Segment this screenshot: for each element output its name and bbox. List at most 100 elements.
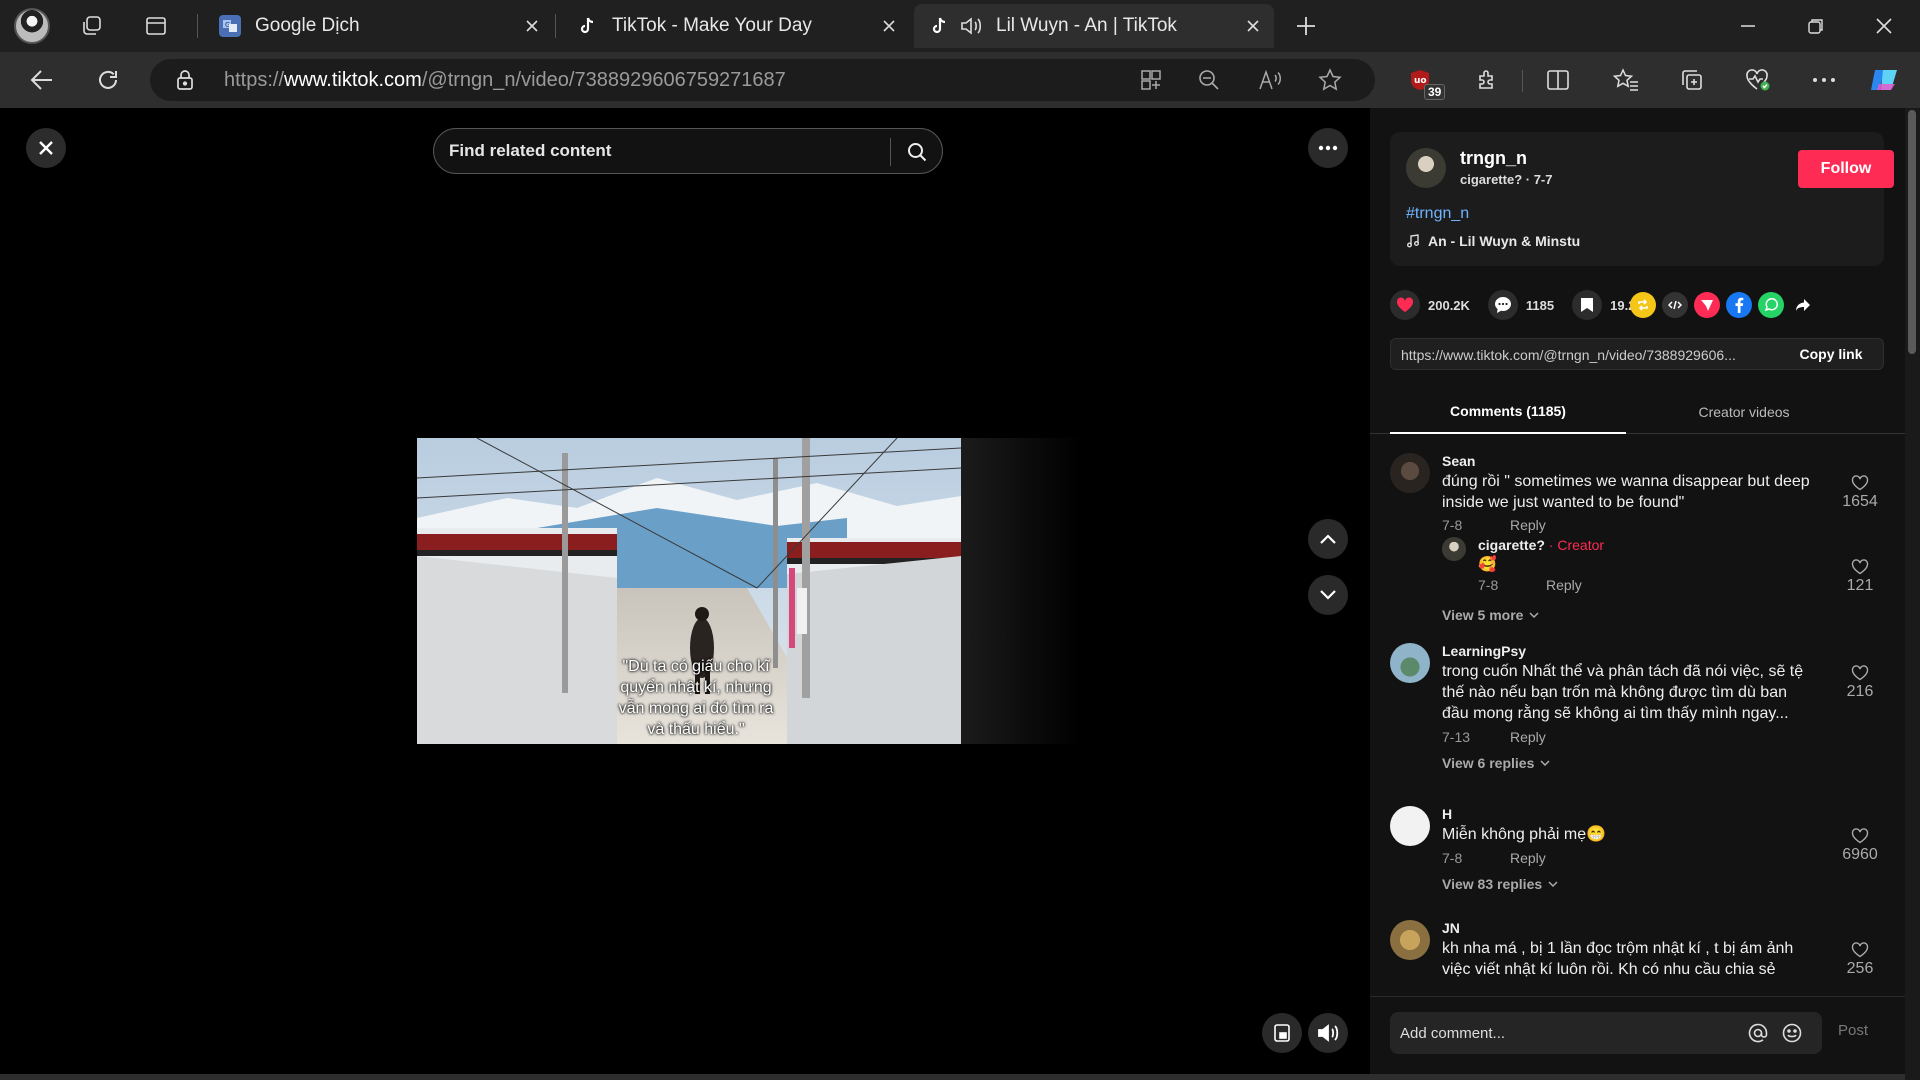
like-stat[interactable]: 200.2K xyxy=(1390,290,1470,320)
comment-stat[interactable]: 1185 xyxy=(1487,290,1554,320)
tab-comments[interactable]: Comments (1185) xyxy=(1390,390,1626,434)
refresh-icon[interactable] xyxy=(92,64,124,96)
zoom-out-icon[interactable] xyxy=(1198,69,1220,91)
reply-text: 🥰 xyxy=(1478,556,1497,573)
embed-icon[interactable] xyxy=(1662,292,1688,318)
bookmark-icon xyxy=(1572,290,1603,320)
commenter-avatar[interactable] xyxy=(1390,806,1430,846)
minimize-icon[interactable] xyxy=(1732,10,1764,42)
commenter-name[interactable]: LearningPsy xyxy=(1442,643,1526,659)
close-tab-icon[interactable] xyxy=(1238,11,1268,41)
reply-avatar[interactable] xyxy=(1442,537,1466,561)
new-tab-icon[interactable] xyxy=(1290,10,1322,42)
comment-item: Sean đúng rồi " sometimes we wanna disap… xyxy=(1390,453,1890,623)
post-button[interactable]: Post xyxy=(1838,1022,1868,1039)
music-link[interactable]: An - Lil Wuyn & Minstu xyxy=(1406,233,1580,249)
floating-player-button[interactable] xyxy=(1262,1013,1302,1053)
facebook-icon[interactable] xyxy=(1726,292,1752,318)
volume-button[interactable] xyxy=(1308,1013,1348,1053)
url-text[interactable]: https://www.tiktok.com/@trngn_n/video/73… xyxy=(224,69,786,92)
app-available-icon[interactable] xyxy=(1140,69,1162,91)
commenter-avatar[interactable] xyxy=(1390,643,1430,683)
heart-outline-icon xyxy=(1830,665,1890,681)
tab-title: TikTok - Make Your Day xyxy=(612,15,812,36)
more-menu-icon[interactable] xyxy=(1808,64,1840,96)
follow-button[interactable]: Follow xyxy=(1798,150,1894,188)
tab-google-dich[interactable]: G Google Dịch xyxy=(205,4,553,48)
video-link[interactable]: https://www.tiktok.com/@trngn_n/video/73… xyxy=(1401,347,1761,363)
toolbar-separator xyxy=(1522,70,1523,92)
reply-author[interactable]: cigarette? · Creator xyxy=(1478,537,1604,553)
view-more-replies[interactable]: View 5 more xyxy=(1442,607,1539,623)
whatsapp-icon[interactable] xyxy=(1758,292,1784,318)
reply-date: 7-8 xyxy=(1478,577,1499,593)
reply-meta: 7-8 Reply xyxy=(1478,577,1582,593)
more-options-button[interactable] xyxy=(1308,128,1348,168)
close-tab-icon[interactable] xyxy=(517,11,547,41)
extension-badge: 39 xyxy=(1424,84,1446,100)
split-screen-icon[interactable] xyxy=(1542,64,1574,96)
read-aloud-icon[interactable] xyxy=(1258,69,1282,91)
reply-like[interactable]: 121 xyxy=(1830,559,1890,595)
view-more-replies[interactable]: View 83 replies xyxy=(1442,876,1558,892)
lock-icon[interactable] xyxy=(176,70,194,90)
comment-like[interactable]: 216 xyxy=(1830,665,1890,701)
emoji-icon[interactable] xyxy=(1780,1021,1804,1045)
extensions-icon[interactable] xyxy=(1472,64,1504,96)
tab-separator xyxy=(197,14,198,38)
copilot-icon[interactable] xyxy=(1868,64,1900,96)
share-arrow-icon[interactable] xyxy=(1790,292,1816,318)
hashtag-link[interactable]: #trngn_n xyxy=(1406,205,1469,223)
tab-lil-wuyn[interactable]: Lil Wuyn - An | TikTok xyxy=(914,4,1274,48)
send-to-friends-icon[interactable] xyxy=(1694,292,1720,318)
comment-item: JN kh nha má , bị 1 lần đọc trộm nhật kí… xyxy=(1390,920,1890,996)
reply-button[interactable]: Reply xyxy=(1510,517,1546,533)
search-icon[interactable] xyxy=(900,135,934,169)
comment-like[interactable]: 256 xyxy=(1830,942,1890,978)
reply-button[interactable]: Reply xyxy=(1510,729,1546,745)
next-video-button[interactable] xyxy=(1308,575,1348,615)
tiktok-icon xyxy=(576,15,598,37)
collections-icon[interactable] xyxy=(1676,64,1708,96)
page-scrollbar[interactable] xyxy=(1905,108,1920,1080)
mention-icon[interactable] xyxy=(1746,1021,1770,1045)
tab-actions-icon[interactable] xyxy=(140,10,172,42)
reply-button[interactable]: Reply xyxy=(1546,577,1582,593)
close-tab-icon[interactable] xyxy=(874,11,904,41)
tab-title: Lil Wuyn - An | TikTok xyxy=(996,15,1177,36)
comment-input[interactable] xyxy=(1390,1012,1740,1054)
workspaces-icon[interactable] xyxy=(76,10,108,42)
favorite-star-icon[interactable] xyxy=(1318,68,1342,92)
tab-tiktok-home[interactable]: TikTok - Make Your Day xyxy=(562,4,910,48)
creator-subtitle: cigarette? · 7-7 xyxy=(1460,172,1553,187)
commenter-name[interactable]: JN xyxy=(1442,920,1460,936)
creator-username[interactable]: trngn_n xyxy=(1460,148,1527,169)
close-window-icon[interactable] xyxy=(1868,10,1900,42)
view-more-replies[interactable]: View 6 replies xyxy=(1442,755,1550,771)
speaker-icon[interactable] xyxy=(956,16,986,36)
favorites-icon[interactable] xyxy=(1610,64,1642,96)
creator-avatar[interactable] xyxy=(1406,148,1446,188)
comment-like[interactable]: 6960 xyxy=(1830,828,1890,864)
tab-creator-videos[interactable]: Creator videos xyxy=(1626,390,1862,434)
close-video-button[interactable] xyxy=(26,128,66,168)
comment-meta: 7-8 Reply xyxy=(1442,517,1546,533)
scrollbar-thumb[interactable] xyxy=(1908,110,1916,354)
commenter-name[interactable]: Sean xyxy=(1442,453,1475,469)
engagement-stats: 200.2K 1185 19.2K xyxy=(1390,290,1663,320)
repost-icon[interactable] xyxy=(1630,292,1656,318)
profile-avatar[interactable] xyxy=(14,8,50,44)
back-icon[interactable] xyxy=(26,64,58,96)
address-bar[interactable]: https://www.tiktok.com/@trngn_n/video/73… xyxy=(150,59,1375,101)
previous-video-button[interactable] xyxy=(1308,519,1348,559)
commenter-avatar[interactable] xyxy=(1390,453,1430,493)
restore-icon[interactable] xyxy=(1800,10,1832,42)
search-input[interactable] xyxy=(434,129,894,173)
commenter-avatar[interactable] xyxy=(1390,920,1430,960)
copy-link-button[interactable]: Copy link xyxy=(1779,339,1883,369)
commenter-name[interactable]: H xyxy=(1442,806,1452,822)
reply-button[interactable]: Reply xyxy=(1510,850,1546,866)
panel-tabs: Comments (1185) Creator videos xyxy=(1370,390,1910,434)
browser-essentials-icon[interactable] xyxy=(1742,64,1774,96)
comment-like[interactable]: 1654 xyxy=(1830,475,1890,511)
